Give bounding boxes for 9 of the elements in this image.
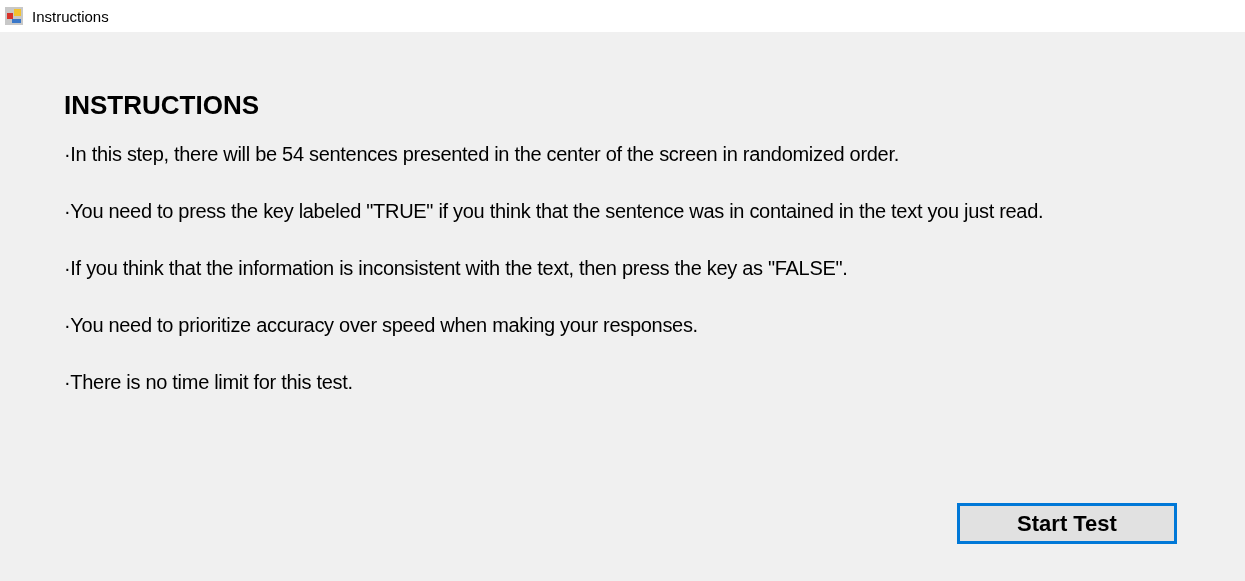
start-test-button[interactable]: Start Test (957, 503, 1177, 544)
instruction-text: ·In this step, there will be 54 sentences presented in the center of the screen in randomized order. (64, 142, 899, 166)
app-icon (4, 6, 24, 26)
window-title: Instructions (32, 7, 109, 25)
heading: INSTRUCTIONS (64, 90, 260, 120)
instruction-text: ·There is no time limit for this test. (64, 370, 353, 394)
instruction-text: ·If you think that the information is inconsistent with the text, then press the key as "FALSE". (64, 256, 848, 280)
instruction-text: ·You need to prioritize accuracy over speed when making your responses. (64, 313, 698, 337)
instruction-text: ·You need to press the key labeled "TRUE" if you think that the sentence was in contained in the text you just read. (64, 199, 1044, 223)
